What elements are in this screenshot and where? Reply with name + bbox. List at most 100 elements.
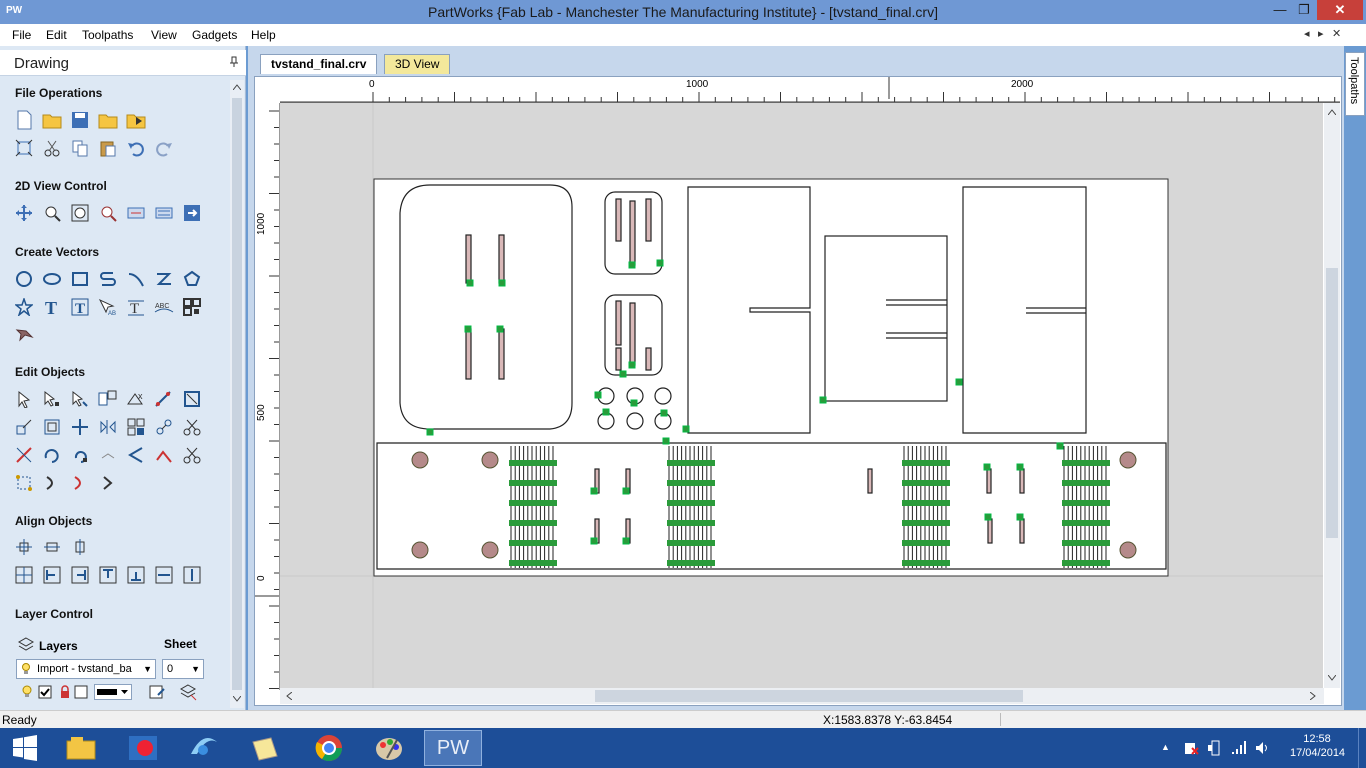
- dog-bone-icon[interactable]: [13, 322, 35, 344]
- star-icon[interactable]: [13, 296, 35, 318]
- size-icon[interactable]: [41, 416, 63, 438]
- polyline-icon[interactable]: [97, 268, 119, 290]
- scroll-down-icon[interactable]: [233, 696, 241, 702]
- scroll-up-icon[interactable]: [233, 84, 241, 90]
- rectangle-icon[interactable]: [69, 268, 91, 290]
- zoom-extents-icon[interactable]: [69, 202, 91, 224]
- layer-properties-icon[interactable]: [146, 681, 168, 703]
- autosize-text-icon[interactable]: T: [69, 296, 91, 318]
- zoom-box-icon[interactable]: [41, 202, 63, 224]
- cut-vector-icon[interactable]: [181, 444, 203, 466]
- join-icon[interactable]: [97, 444, 119, 466]
- scroll-right-icon[interactable]: [1310, 692, 1316, 700]
- zoom-selected-icon[interactable]: [97, 202, 119, 224]
- align-center-icon[interactable]: [13, 536, 35, 558]
- text-on-curve-icon[interactable]: AB: [97, 296, 119, 318]
- polygon-icon[interactable]: [181, 268, 203, 290]
- open-folder-icon[interactable]: [41, 109, 63, 131]
- scroll-down-icon[interactable]: [1328, 675, 1336, 681]
- scroll-up-icon[interactable]: [1328, 109, 1336, 115]
- measure-icon[interactable]: [153, 388, 175, 410]
- cut-icon[interactable]: [41, 137, 63, 159]
- scissors-icon[interactable]: [181, 416, 203, 438]
- curve-fit-icon[interactable]: [41, 472, 63, 494]
- canvas-hscroll-thumb[interactable]: [595, 690, 1023, 702]
- partworks-taskbar-button[interactable]: PW: [424, 730, 482, 766]
- mdi-next-icon[interactable]: ▸: [1318, 27, 1324, 40]
- network-signal-icon[interactable]: [1230, 740, 1246, 759]
- menu-help[interactable]: Help: [251, 28, 276, 42]
- pan-icon[interactable]: [13, 202, 35, 224]
- ungroup-icon[interactable]: [153, 416, 175, 438]
- menu-file[interactable]: File: [12, 28, 31, 42]
- restore-button[interactable]: ❐: [1289, 0, 1319, 20]
- extend-icon[interactable]: [125, 444, 147, 466]
- node-edit-icon[interactable]: [41, 388, 63, 410]
- space-horizontal-icon[interactable]: [153, 564, 175, 586]
- redo-icon[interactable]: [153, 137, 175, 159]
- menu-edit[interactable]: Edit: [46, 28, 67, 42]
- trim-icon[interactable]: [13, 444, 35, 466]
- smooth-icon[interactable]: [13, 472, 35, 494]
- layer-white-swatch[interactable]: [70, 681, 92, 703]
- panel-scrollbar[interactable]: [230, 80, 244, 708]
- menu-gadgets[interactable]: Gadgets: [192, 28, 237, 42]
- device-icon[interactable]: [1207, 740, 1223, 759]
- action-center-icon[interactable]: [1184, 740, 1200, 759]
- space-vertical-icon[interactable]: [181, 564, 203, 586]
- layer-checkbox[interactable]: [34, 681, 56, 703]
- mdi-close-icon[interactable]: ✕: [1332, 27, 1341, 40]
- paint-palette-taskbar-icon[interactable]: [362, 730, 416, 766]
- menu-view[interactable]: View: [151, 28, 177, 42]
- layer-manager-icon[interactable]: [177, 681, 199, 703]
- paste-icon[interactable]: [97, 137, 119, 159]
- group-icon[interactable]: [125, 416, 147, 438]
- interactive-edit-icon[interactable]: [97, 388, 119, 410]
- select-icon[interactable]: [13, 388, 35, 410]
- canvas-vscroll-thumb[interactable]: [1326, 268, 1338, 538]
- fillet-icon[interactable]: [69, 444, 91, 466]
- browser-taskbar-icon[interactable]: [176, 730, 230, 766]
- explorer-taskbar-icon[interactable]: [54, 730, 108, 766]
- undo-icon[interactable]: [125, 137, 147, 159]
- curve-icon[interactable]: [153, 268, 175, 290]
- view-export-icon[interactable]: [181, 202, 203, 224]
- mdi-prev-icon[interactable]: ◂: [1304, 27, 1310, 40]
- copy-icon[interactable]: [69, 137, 91, 159]
- offset-icon[interactable]: [41, 444, 63, 466]
- chrome-taskbar-icon[interactable]: [302, 730, 356, 766]
- tab-tvstand-final[interactable]: tvstand_final.crv: [260, 54, 378, 74]
- arc-fit-icon[interactable]: [69, 472, 91, 494]
- show-desktop-button[interactable]: [1358, 728, 1366, 768]
- save-icon[interactable]: [69, 109, 91, 131]
- tray-expand-icon[interactable]: ▲: [1161, 742, 1170, 752]
- align-right-icon[interactable]: [69, 564, 91, 586]
- toolpaths-side-tab[interactable]: Toolpaths: [1345, 52, 1365, 116]
- volume-icon[interactable]: [1254, 740, 1270, 759]
- paint-taskbar-icon[interactable]: [116, 730, 170, 766]
- scroll-left-icon[interactable]: [286, 692, 292, 700]
- canvas-vertical-scrollbar[interactable]: [1324, 103, 1340, 688]
- taskbar-clock[interactable]: 12:58 17/04/2014: [1290, 733, 1345, 759]
- text-arc-icon[interactable]: T: [125, 296, 147, 318]
- align-top-icon[interactable]: [97, 564, 119, 586]
- import-icon[interactable]: [97, 109, 119, 131]
- close-vector-icon[interactable]: [153, 444, 175, 466]
- align-hcenter-icon[interactable]: [41, 536, 63, 558]
- menu-toolpaths[interactable]: Toolpaths: [82, 28, 133, 42]
- ellipse-icon[interactable]: [41, 268, 63, 290]
- drawing-canvas[interactable]: [280, 103, 1323, 688]
- notes-taskbar-icon[interactable]: [238, 730, 292, 766]
- tab-3d-view[interactable]: 3D View: [384, 54, 451, 74]
- text-icon[interactable]: T: [41, 296, 63, 318]
- view-toolbar-icon[interactable]: [153, 202, 175, 224]
- view-material-icon[interactable]: [125, 202, 147, 224]
- start-button[interactable]: [0, 730, 50, 766]
- sheet-select[interactable]: 0 ▼: [162, 659, 204, 679]
- scale-icon[interactable]: [13, 416, 35, 438]
- import-vectors-icon[interactable]: [125, 109, 147, 131]
- job-setup-icon[interactable]: [13, 137, 35, 159]
- transform-icon[interactable]: [69, 388, 91, 410]
- canvas-horizontal-scrollbar[interactable]: [280, 688, 1324, 704]
- layer-color-picker[interactable]: [94, 681, 132, 703]
